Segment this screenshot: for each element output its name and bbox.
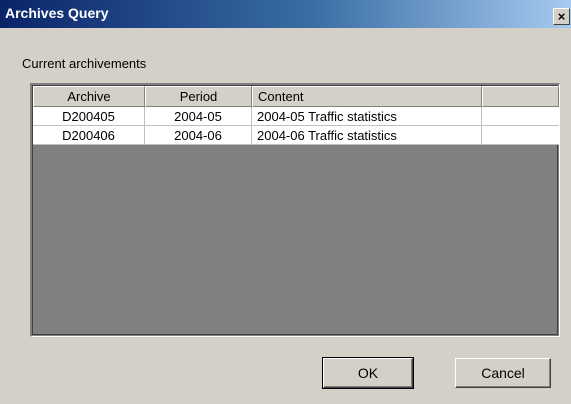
grid-header-row: Archive Period Content — [33, 86, 559, 107]
cell-content[interactable]: 2004-06 Traffic statistics — [252, 126, 482, 145]
title-bar[interactable]: Archives Query × — [0, 0, 571, 28]
table-row[interactable]: D200405 2004-05 2004-05 Traffic statisti… — [33, 107, 559, 126]
cell-archive[interactable]: D200406 — [33, 126, 145, 145]
cell-archive[interactable]: D200405 — [33, 107, 145, 126]
cell-content[interactable]: 2004-05 Traffic statistics — [252, 107, 482, 126]
cancel-button[interactable]: Cancel — [455, 358, 551, 388]
cell-period[interactable]: 2004-06 — [145, 126, 252, 145]
column-header-content[interactable]: Content — [252, 86, 482, 107]
column-header-archive[interactable]: Archive — [33, 86, 145, 107]
ok-button[interactable]: OK — [322, 357, 414, 389]
window-title: Archives Query — [5, 5, 109, 21]
archives-grid[interactable]: Archive Period Content D200405 2004-05 2… — [30, 83, 560, 337]
table-row[interactable]: D200406 2004-06 2004-06 Traffic statisti… — [33, 126, 559, 145]
current-archivements-label: Current archivements — [22, 56, 147, 71]
column-header-filler — [482, 86, 559, 107]
column-header-period[interactable]: Period — [145, 86, 252, 107]
row-filler — [482, 126, 559, 145]
close-button[interactable]: × — [553, 8, 570, 25]
close-icon: × — [557, 9, 566, 24]
row-filler — [482, 107, 559, 126]
cell-period[interactable]: 2004-05 — [145, 107, 252, 126]
archives-query-dialog: Archives Query × Current archivements Ar… — [0, 0, 571, 404]
